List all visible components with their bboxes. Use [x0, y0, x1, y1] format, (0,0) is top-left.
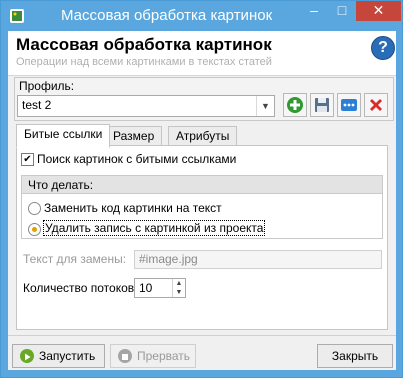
search-broken-label[interactable]: Поиск картинок с битыми ссылками	[37, 152, 236, 166]
delete-radio[interactable]	[28, 223, 41, 236]
run-button-label: Запустить	[39, 349, 96, 363]
profile-label: Профиль:	[19, 79, 75, 93]
dialog-body: Массовая обработка картинок Операции над…	[8, 31, 396, 370]
play-icon	[20, 349, 34, 363]
tab-bar: Битые ссылки Размер Атрибуты	[16, 124, 396, 148]
help-icon[interactable]: ?	[371, 36, 395, 60]
profile-section: Профиль: test 2 ▼	[14, 77, 394, 121]
search-broken-checkbox[interactable]: ✔	[21, 153, 34, 166]
replace-text-label: Текст для замены:	[23, 252, 127, 266]
page-subtitle: Операции над всеми картинками в текстах …	[16, 56, 272, 68]
action-group-label: Что делать:	[28, 178, 94, 192]
tab-size[interactable]: Размер	[105, 126, 163, 147]
tab-attributes[interactable]: Атрибуты	[168, 126, 238, 147]
profile-select[interactable]: test 2 ▼	[17, 95, 275, 117]
run-button[interactable]: Запустить	[12, 344, 105, 368]
app-logo-icon	[10, 9, 24, 23]
maximize-button[interactable]: □	[329, 1, 355, 21]
stop-icon	[118, 349, 132, 363]
close-window-button[interactable]: ✕	[356, 1, 401, 21]
spin-arrows-icon[interactable]: ▲ ▼	[172, 279, 185, 297]
broken-links-panel: ✔ Поиск картинок с битыми ссылками Что д…	[16, 145, 388, 330]
divider	[8, 335, 396, 336]
stop-button-label: Прервать	[137, 349, 191, 363]
app-window: Массовая обработка картинок – □ ✕ Массов…	[0, 0, 403, 378]
action-group: Что делать: Заменить код картинки на тек…	[21, 175, 383, 239]
replace-radio-label[interactable]: Заменить код картинки на текст	[44, 201, 222, 215]
profile-options-button[interactable]	[337, 93, 361, 117]
page-title: Массовая обработка картинок	[16, 35, 272, 54]
threads-value: 10	[139, 281, 153, 295]
title-bar[interactable]: Массовая обработка картинок – □ ✕	[1, 1, 402, 31]
action-group-header: Что делать:	[22, 176, 382, 194]
threads-stepper[interactable]: 10 ▲ ▼	[134, 278, 186, 298]
dialog-header: Массовая обработка картинок Операции над…	[8, 31, 396, 76]
close-button[interactable]: Закрыть	[317, 344, 393, 368]
tab-broken-links[interactable]: Битые ссылки	[16, 124, 111, 148]
window-title: Массовая обработка картинок	[61, 7, 273, 24]
replace-text-input[interactable]: #image.jpg	[134, 250, 382, 269]
plus-icon	[287, 97, 303, 113]
profile-select-value: test 2	[22, 98, 52, 112]
more-icon	[341, 99, 357, 111]
delete-radio-label[interactable]: Удалить запись с картинкой из проекта	[43, 220, 266, 236]
delete-x-icon	[370, 99, 382, 111]
replace-text-value: #image.jpg	[139, 252, 198, 266]
stop-button[interactable]: Прервать	[110, 344, 196, 368]
add-profile-button[interactable]	[283, 93, 307, 117]
threads-label: Количество потоков:	[23, 281, 138, 295]
replace-radio[interactable]	[28, 202, 41, 215]
save-profile-button[interactable]	[310, 93, 334, 117]
minimize-button[interactable]: –	[301, 1, 327, 21]
floppy-disk-icon	[315, 98, 329, 112]
delete-profile-button[interactable]	[364, 93, 388, 117]
chevron-down-icon[interactable]: ▼	[256, 96, 274, 116]
radio-selected-dot	[32, 227, 37, 232]
